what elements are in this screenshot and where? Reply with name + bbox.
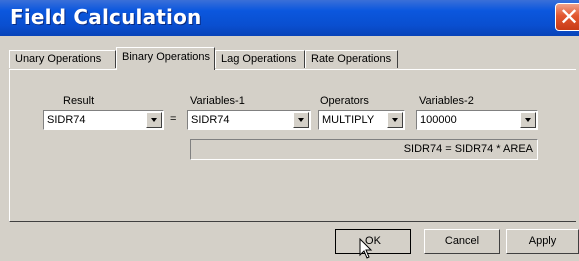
variables2-label: Variables-2 xyxy=(419,95,474,107)
ok-button[interactable]: OK xyxy=(335,229,411,254)
tab-lag-operations[interactable]: Lag Operations xyxy=(215,50,305,68)
chevron-down-icon[interactable] xyxy=(293,112,309,128)
tab-rate-operations[interactable]: Rate Operations xyxy=(305,50,398,68)
tab-unary-operations[interactable]: Unary Operations xyxy=(9,50,116,68)
variables1-value: SIDR74 xyxy=(191,114,230,126)
result-select[interactable]: SIDR74 xyxy=(43,110,164,130)
expression-text: SIDR74 = SIDR74 * AREA xyxy=(403,143,533,155)
cancel-button[interactable]: Cancel xyxy=(424,229,500,254)
chevron-down-icon[interactable] xyxy=(520,112,536,128)
expression-display: SIDR74 = SIDR74 * AREA xyxy=(190,139,538,160)
variables2-select[interactable]: 100000 xyxy=(416,110,538,130)
chevron-down-icon[interactable] xyxy=(387,112,403,128)
equals-sign: = xyxy=(170,113,177,125)
result-label: Result xyxy=(63,95,95,107)
operators-select[interactable]: MULTIPLY xyxy=(318,110,405,130)
mouse-pointer-icon xyxy=(359,238,373,259)
tab-binary-operations[interactable]: Binary Operations xyxy=(116,47,215,70)
chevron-down-icon[interactable] xyxy=(146,112,162,128)
window-title: Field Calculation xyxy=(10,5,202,29)
variables2-value: 100000 xyxy=(420,114,457,126)
close-icon[interactable]: ✕ xyxy=(555,3,579,31)
operators-label: Operators xyxy=(320,95,369,107)
result-value: SIDR74 xyxy=(47,114,86,126)
variables1-label: Variables-1 xyxy=(190,95,245,107)
title-bar: Field Calculation ✕ xyxy=(0,0,579,36)
variables1-select[interactable]: SIDR74 xyxy=(187,110,311,130)
apply-button[interactable]: Apply xyxy=(506,229,579,254)
operators-value: MULTIPLY xyxy=(322,114,375,126)
